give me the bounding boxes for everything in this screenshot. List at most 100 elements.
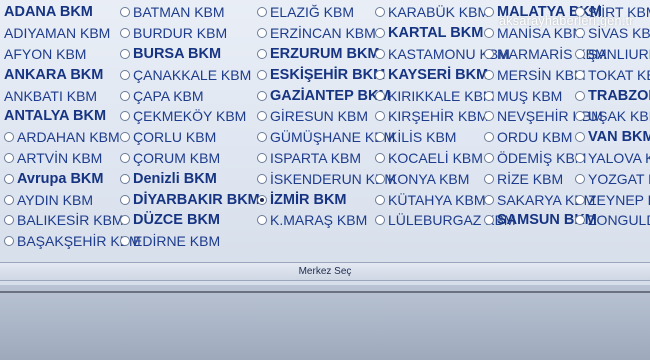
radio-checked-icon[interactable] <box>257 194 267 205</box>
radio-icon[interactable] <box>120 236 130 247</box>
monitor-bezel <box>0 285 650 360</box>
center-option[interactable]: ZONGULDAK KBM <box>575 210 650 231</box>
radio-icon[interactable] <box>375 111 385 122</box>
radio-icon[interactable] <box>575 48 585 59</box>
radio-icon[interactable] <box>120 90 130 101</box>
radio-icon[interactable] <box>120 69 130 80</box>
center-option[interactable]: YALOVA KBM <box>575 148 650 169</box>
radio-icon[interactable] <box>375 194 385 205</box>
radio-icon[interactable] <box>4 194 14 205</box>
radio-icon[interactable] <box>257 152 267 163</box>
radio-icon[interactable] <box>575 69 585 80</box>
center-option[interactable]: UŞAK KBM <box>575 106 650 127</box>
radio-icon[interactable] <box>120 48 130 59</box>
radio-icon[interactable] <box>484 69 494 80</box>
radio-icon[interactable] <box>484 194 494 205</box>
radio-icon[interactable] <box>257 7 267 18</box>
radio-icon[interactable] <box>257 48 267 59</box>
radio-icon[interactable] <box>120 152 130 163</box>
radio-icon[interactable] <box>575 215 585 226</box>
radio-icon[interactable] <box>484 173 494 184</box>
radio-icon[interactable] <box>120 7 130 18</box>
radio-icon[interactable] <box>575 152 585 163</box>
center-option-label: ORDU KBM <box>497 129 573 146</box>
center-option[interactable]: BATMAN KBM <box>120 2 260 23</box>
radio-icon[interactable] <box>484 90 494 101</box>
radio-icon[interactable] <box>484 215 494 226</box>
radio-icon[interactable] <box>257 69 267 80</box>
radio-icon[interactable] <box>375 132 385 143</box>
radio-icon[interactable] <box>575 111 585 122</box>
radio-icon[interactable] <box>4 152 14 163</box>
radio-icon[interactable] <box>4 173 14 184</box>
radio-icon[interactable] <box>484 48 494 59</box>
radio-icon[interactable] <box>375 48 385 59</box>
radio-icon[interactable] <box>257 215 267 226</box>
watermark-text: aksarayhaberleri.gen.tr <box>499 14 634 28</box>
radio-icon[interactable] <box>120 194 130 205</box>
radio-icon[interactable] <box>4 215 14 226</box>
radio-icon[interactable] <box>257 111 267 122</box>
radio-icon[interactable] <box>257 173 267 184</box>
center-option[interactable]: ŞANLIURFA KBM <box>575 44 650 65</box>
radio-icon[interactable] <box>575 132 585 143</box>
radio-icon[interactable] <box>375 215 385 226</box>
radio-icon[interactable] <box>375 173 385 184</box>
radio-icon[interactable] <box>484 7 494 18</box>
center-option-label: UŞAK KBM <box>588 108 650 125</box>
radio-icon[interactable] <box>575 90 585 101</box>
center-option[interactable]: TRABZON BKM <box>575 85 650 106</box>
radio-icon[interactable] <box>120 111 130 122</box>
radio-icon[interactable] <box>4 132 14 143</box>
center-option[interactable]: DÜZCE BKM <box>120 210 260 231</box>
radio-icon[interactable] <box>484 132 494 143</box>
radio-icon[interactable] <box>375 28 385 39</box>
center-option[interactable]: Denizli BKM <box>120 168 260 189</box>
radio-icon[interactable] <box>484 28 494 39</box>
radio-icon[interactable] <box>484 111 494 122</box>
radio-icon[interactable] <box>375 7 385 18</box>
center-option-label: BATMAN KBM <box>133 4 225 21</box>
radio-icon[interactable] <box>575 28 585 39</box>
radio-icon[interactable] <box>257 28 267 39</box>
center-option-label: KIRŞEHİR KBM <box>388 108 489 125</box>
center-option-label: Denizli BKM <box>133 170 217 187</box>
center-option[interactable]: ÇORUM KBM <box>120 148 260 169</box>
radio-icon[interactable] <box>257 90 267 101</box>
radio-icon[interactable] <box>375 90 385 101</box>
center-option[interactable]: ÇAPA KBM <box>120 85 260 106</box>
center-option-label: ANKARA BKM <box>4 66 104 83</box>
select-center-button[interactable]: Merkez Seç <box>299 266 352 277</box>
center-option[interactable]: ZEYNEP KAMİL KBM <box>575 189 650 210</box>
center-option[interactable]: EDİRNE KBM <box>120 231 260 252</box>
screen-edge-divider <box>0 291 650 293</box>
center-option-label: ELAZIĞ KBM <box>270 4 355 21</box>
radio-icon[interactable] <box>120 215 130 226</box>
center-option[interactable]: DİYARBAKIR BKM <box>120 189 260 210</box>
radio-icon[interactable] <box>120 173 130 184</box>
radio-icon[interactable] <box>120 28 130 39</box>
center-option-label: AFYON KBM <box>4 45 87 62</box>
radio-icon[interactable] <box>375 152 385 163</box>
center-option[interactable]: BURSA BKM <box>120 44 260 65</box>
radio-icon[interactable] <box>257 132 267 143</box>
radio-icon[interactable] <box>484 152 494 163</box>
radio-icon[interactable] <box>4 236 14 247</box>
center-option-label: KÜTAHYA KBM <box>388 191 486 208</box>
center-option-label: Avrupa BKM <box>17 170 104 187</box>
center-option[interactable]: ÇEKMEKÖY KBM <box>120 106 260 127</box>
center-option[interactable]: YOZGAT KBM <box>575 168 650 189</box>
center-option-label: BALIKESİR KBM <box>17 212 124 229</box>
center-option[interactable]: TOKAT KBM <box>575 64 650 85</box>
radio-icon[interactable] <box>375 69 385 80</box>
radio-icon[interactable] <box>575 194 585 205</box>
center-option[interactable]: ÇORLU KBM <box>120 127 260 148</box>
center-option[interactable]: BURDUR KBM <box>120 23 260 44</box>
radio-icon[interactable] <box>575 173 585 184</box>
center-option-label: ANKBATI KBM <box>4 87 98 104</box>
center-option[interactable]: ÇANAKKALE KBM <box>120 64 260 85</box>
center-option-label: YALOVA KBM <box>588 149 650 166</box>
center-option-label: ŞANLIURFA KBM <box>588 45 650 62</box>
radio-icon[interactable] <box>120 132 130 143</box>
center-option[interactable]: VAN BKM <box>575 127 650 148</box>
